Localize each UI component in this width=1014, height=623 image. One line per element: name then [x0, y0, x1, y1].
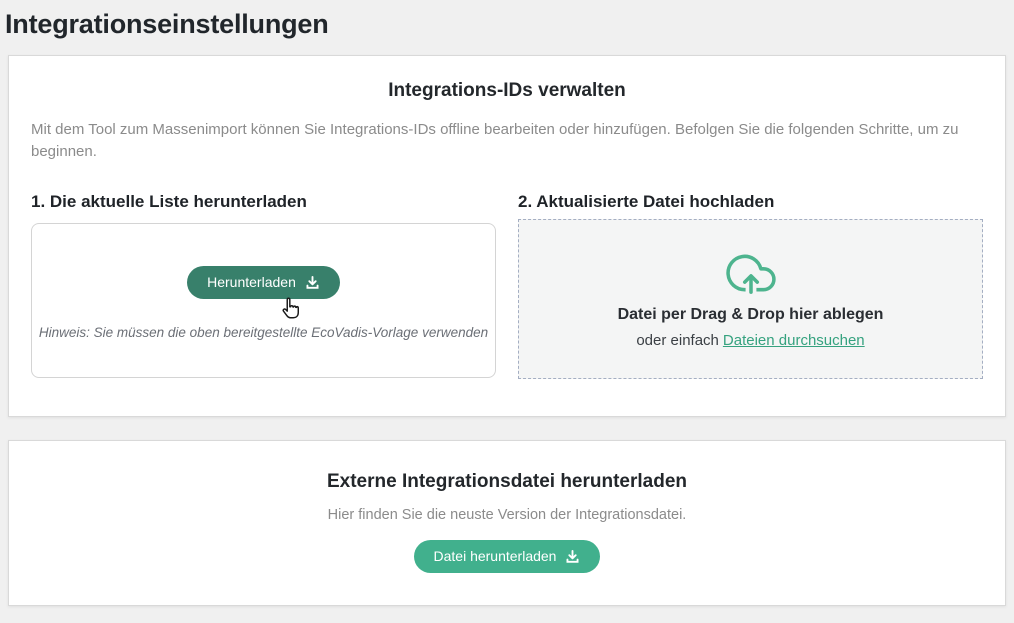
download-file-button-label: Datei herunterladen — [434, 548, 557, 565]
manage-card-title: Integrations-IDs verwalten — [31, 80, 983, 102]
template-hint: Hinweis: Sie müssen die oben bereitgeste… — [39, 325, 488, 340]
external-card-title: Externe Integrationsdatei herunterladen — [31, 471, 983, 493]
browse-files-link[interactable]: Dateien durchsuchen — [723, 332, 865, 349]
step2-heading: 2. Aktualisierte Datei hochladen — [518, 192, 983, 212]
file-dropzone[interactable]: Datei per Drag & Drop hier ablegen oder … — [518, 219, 983, 379]
download-icon — [305, 275, 320, 290]
dropzone-title: Datei per Drag & Drop hier ablegen — [618, 306, 884, 324]
step1-column: 1. Die aktuelle Liste herunterladen Heru… — [31, 192, 496, 379]
download-template-button[interactable]: Herunterladen — [187, 266, 340, 299]
page-title: Integrationseinstellungen — [0, 0, 1014, 40]
step2-column: 2. Aktualisierte Datei hochladen Datei p… — [518, 192, 983, 379]
download-template-button-label: Herunterladen — [207, 274, 296, 291]
external-file-card: Externe Integrationsdatei herunterladen … — [8, 440, 1006, 606]
dropzone-prefix: oder einfach — [636, 332, 719, 349]
step1-heading: 1. Die aktuelle Liste herunterladen — [31, 192, 496, 212]
download-icon — [565, 549, 580, 564]
external-card-subtitle: Hier finden Sie die neuste Version der I… — [31, 507, 983, 523]
dropzone-subtitle: oder einfachDateien durchsuchen — [636, 332, 864, 349]
cloud-upload-icon — [717, 248, 785, 298]
manage-integration-ids-card: Integrations-IDs verwalten Mit dem Tool … — [8, 55, 1006, 417]
steps-row: 1. Die aktuelle Liste herunterladen Heru… — [31, 192, 983, 379]
download-template-box: Herunterladen Hinweis: Sie müssen die ob… — [31, 223, 496, 378]
download-file-button[interactable]: Datei herunterladen — [414, 540, 601, 573]
manage-card-description: Mit dem Tool zum Massenimport können Sie… — [31, 119, 976, 163]
